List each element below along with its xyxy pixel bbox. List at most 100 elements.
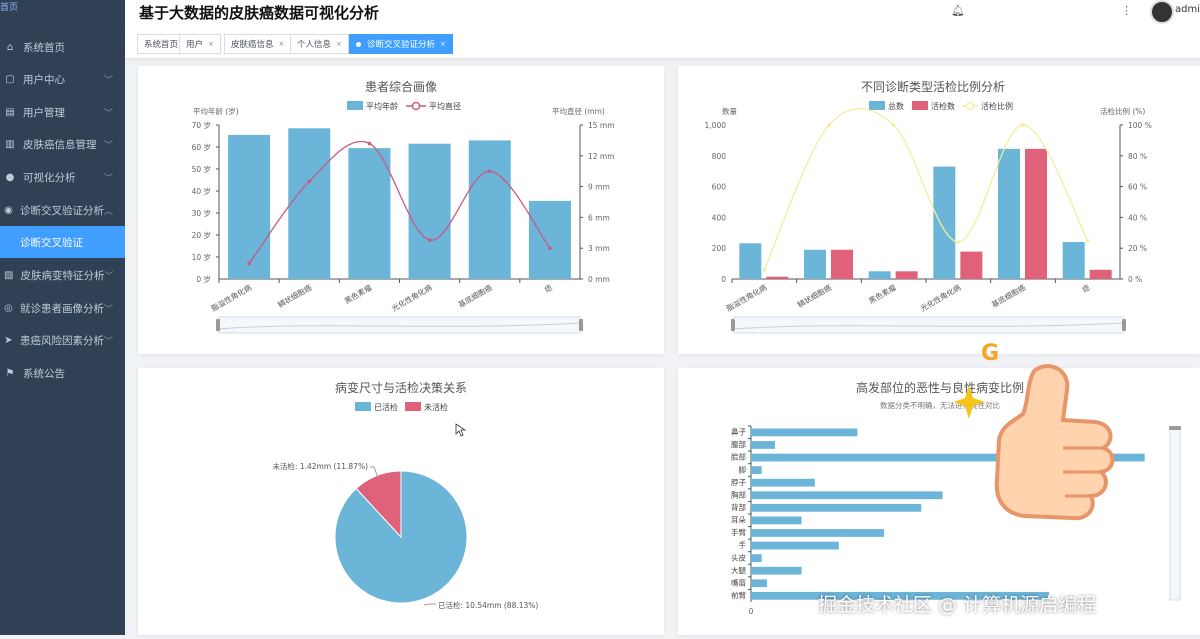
bar [868,271,891,279]
bar [348,148,391,279]
tick-label: 前臂 [731,590,746,600]
tick-label: 20 % [1128,244,1147,253]
cursor-icon [455,423,467,437]
bar [1089,269,1112,279]
chart-card-biopsy-ratio: 不同诊断类型活检比例分析 总数 活检数 活检比例 数量 活检比例 (%) 1,000 800 6… [678,66,1200,354]
bar [960,251,983,279]
tick-label: 胸部 [731,489,746,499]
sidebar-item-cross-validation[interactable]: 诊断交叉验证 [0,226,125,258]
bar [804,249,826,279]
sidebar-item-label: 用户管理 [23,106,65,119]
close-icon[interactable]: × [208,40,214,48]
close-icon[interactable]: × [336,40,342,48]
header: 基于大数据的皮肤癌数据可视化分析 🔔︎ ⋮ admi [125,0,1200,30]
zoom-slider-vertical [1169,427,1181,601]
tag-cross-validation[interactable]: 诊断交叉验证分析 × [349,34,453,54]
sidebar-item-label: 可视化分析 [23,171,76,184]
sidebar-item-label: 皮肤癌信息管理 [23,138,97,151]
legend-label: 平均年龄 [366,101,398,111]
more-icon[interactable]: ⋮ [1121,4,1132,17]
tag-home[interactable]: 系统首页 [137,34,186,54]
sidebar-item-menu-1[interactable]: ▢ 用户中心 ﹀ [0,63,125,95]
sidebar-item-menu-10[interactable]: ⚑ 系统公告 [0,357,125,389]
point [1021,123,1025,127]
bar [998,148,1020,279]
bar [751,478,815,487]
chevron-down-icon: ﹀ [103,304,113,315]
close-icon[interactable]: × [279,40,285,48]
bar [739,243,762,279]
tick-label: 600 [712,183,727,192]
tags-view: 系统首页 用户 × 皮肤癌信息 × 个人信息 × 诊断交叉验证分析 × [125,30,1200,59]
legend-swatch [347,101,363,110]
tick-label: 100 % [1128,121,1152,130]
data-label: 已活检: 10.54mm (88.13%) [438,600,538,610]
tick-label: 0 [721,275,726,284]
bar [228,134,271,279]
tick-label: 0 % [1128,275,1142,284]
user-center-icon: ▢ [5,73,15,85]
sidebar-item-menu-8[interactable]: ◎ 就诊患者画像分析 ﹀ [0,292,125,324]
sidebar-item-label: 患癌风险因素分析 [19,334,104,347]
tick-label: 6 mm [588,213,610,222]
sidebar-item-menu-2[interactable]: ▤ 用户管理 ﹀ [0,96,125,128]
tick-label: 黑色素瘤 [867,282,898,306]
legend-swatch [965,101,975,111]
tick-label: 鳞状细胞癌 [796,282,834,310]
close-icon[interactable]: × [440,40,446,48]
tick-label: 光化性角化病 [390,282,434,313]
tick-label: 痣 [1080,282,1092,295]
tick-label: 50 岁 [192,164,211,174]
tag-skin-info[interactable]: 皮肤癌信息 × [224,34,292,54]
sidebar-item-menu-0[interactable]: ⌂ 系统首页 [0,31,125,63]
tick-label: 腹部 [731,439,746,449]
point [891,123,896,127]
tick-label: 手 [739,540,747,550]
sidebar-logo[interactable]: 首页 [0,0,18,13]
tick-label: 30 岁 [192,208,211,218]
chevron-down-icon: ﹀ [103,336,113,347]
sidebar-item-menu-3[interactable]: ▥ 皮肤癌信息管理 ﹀ [0,128,125,160]
label-line [423,603,436,606]
chart-title: 不同诊断类型活检比例分析 [861,79,1005,94]
tick-label: 400 [712,213,727,222]
tag-user[interactable]: 用户 × [179,34,221,54]
data-label: 未活检: 1.42mm (11.87%) [272,461,368,471]
chart-card-lesion-size: 病变尺寸与活检决策关系 已活检 未活检 已活检: 10.54mm (88.13%) 未活… [138,368,664,635]
bar [288,128,331,279]
chevron-down-icon: ﹀ [103,75,113,86]
bar [933,166,956,279]
sidebar-item-label: 系统首页 [23,41,65,54]
bar [1025,148,1047,279]
bell-icon[interactable]: 🔔︎ [951,4,965,17]
bar [766,276,789,279]
tick-label: 40 % [1128,213,1147,222]
legend-label: 已活检 [374,402,398,412]
user-manage-icon: ▤ [5,106,15,118]
chart-title: 患者综合画像 [365,79,437,94]
legend-swatch [411,101,421,111]
sidebar-item-label: 诊断交叉验证分析 [19,204,104,217]
tick-label: 9 mm [588,183,610,192]
active-dot-icon [356,41,361,47]
tick-label: 基底细胞癌 [456,282,494,310]
bar [751,541,839,550]
sidebar-item-menu-9[interactable]: ➤ 患癌风险因素分析 ﹀ [0,324,125,356]
sidebar-item-menu-7[interactable]: ▧ 皮肤病变特征分析 ﹀ [0,259,125,291]
sidebar-item-label: 用户中心 [23,73,65,86]
point [548,246,552,250]
legend-label: 总数 [888,101,904,111]
tick-label: 0 mm [588,275,610,284]
send-icon: ➤ [4,334,13,346]
sidebar-item-menu-5[interactable]: ◉ 诊断交叉验证分析 ︿ [0,194,125,226]
home-icon: ⌂ [6,41,14,53]
bar [528,200,571,279]
sidebar-item-menu-4[interactable]: ● 可视化分析 ﹀ [0,161,125,193]
tag-profile[interactable]: 个人信息 × [290,34,349,54]
user-name[interactable]: admi [1175,4,1200,15]
avatar[interactable] [1150,0,1174,24]
tick-label: 嘴唇 [731,577,746,587]
bar [751,441,775,449]
tick-label: 800 [712,152,727,161]
tick-label: 大腿 [731,565,746,575]
